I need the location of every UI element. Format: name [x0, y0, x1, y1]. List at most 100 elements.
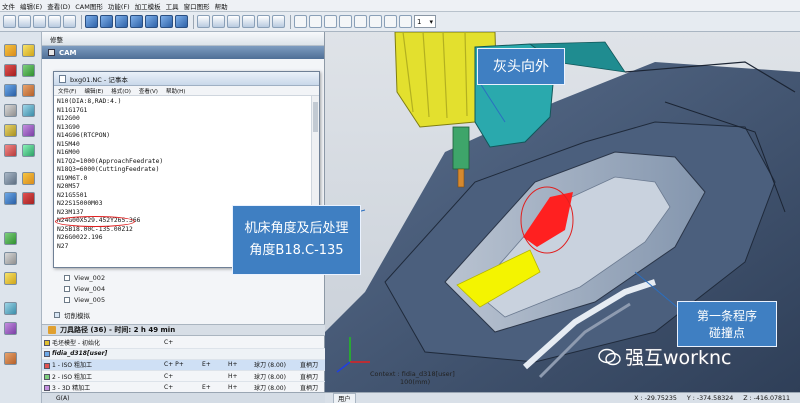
menu-file[interactable]: 文件: [2, 1, 15, 11]
zoom-in-icon[interactable]: [227, 15, 240, 28]
menu-edit[interactable]: 编辑(E): [20, 1, 42, 11]
coord-x: X : -29.75235: [634, 394, 677, 402]
export-icon[interactable]: [4, 302, 17, 315]
operation-flag-e: [200, 337, 226, 349]
visibility-checkbox[interactable]: [64, 286, 70, 292]
view-back-icon[interactable]: [100, 15, 113, 28]
shading-icon[interactable]: [294, 15, 307, 28]
macro-icon[interactable]: [22, 124, 35, 137]
menu-machining-template[interactable]: 加工模板: [135, 1, 161, 11]
notepad-menu-edit[interactable]: 编辑(E): [84, 87, 103, 95]
stock-icon[interactable]: [4, 64, 17, 77]
operation-status-icon[interactable]: [44, 350, 50, 357]
operation-status-icon[interactable]: [44, 362, 50, 369]
post-icon[interactable]: [4, 124, 17, 137]
layer-icon[interactable]: [354, 15, 367, 28]
panel-footer-tab[interactable]: G(A): [56, 395, 69, 402]
menu-view[interactable]: 查看(D): [47, 1, 70, 11]
notepad-menu-help[interactable]: 帮助(H): [166, 87, 185, 95]
print-icon[interactable]: [4, 352, 17, 365]
save-icon[interactable]: [33, 15, 46, 28]
undo-icon[interactable]: [48, 15, 61, 28]
tree-item-view-004[interactable]: View_004: [64, 285, 105, 293]
notepad-menu-file[interactable]: 文件(F): [58, 87, 76, 95]
grid-icon[interactable]: [324, 15, 337, 28]
open-file-icon[interactable]: [18, 15, 31, 28]
menu-help[interactable]: 帮助: [215, 1, 228, 11]
pan-icon[interactable]: [257, 15, 270, 28]
callout-text-line1: 第一条程序: [696, 309, 757, 323]
zoom-out-icon[interactable]: [242, 15, 255, 28]
operation-flag-c: C+: [162, 337, 200, 349]
layer-visibility-icon[interactable]: [4, 232, 17, 245]
notepad-titlebar[interactable]: bxg01.NC - 记事本: [54, 72, 319, 86]
zoom-window-icon[interactable]: [212, 15, 225, 28]
menu-function[interactable]: 功能(F): [108, 1, 130, 11]
scrollbar-thumb[interactable]: [313, 102, 318, 132]
operation-row[interactable]: 毛坯模型 - 初始化 C+: [42, 337, 325, 349]
solid-icon[interactable]: [4, 44, 17, 57]
operation-status-icon[interactable]: [44, 340, 50, 347]
tree-item-view-002[interactable]: View_002: [64, 274, 105, 282]
status-user-tab[interactable]: 用户: [333, 392, 356, 403]
panel-header-label: 修整: [50, 35, 63, 44]
toolpath-icon: [48, 326, 56, 334]
operation-row[interactable]: 1 - ISO 粗加工 C+ P+ E+ H+ 球刀 (8.00) 直柄刀: [42, 359, 325, 372]
tool-icon[interactable]: [4, 104, 17, 117]
collision-icon[interactable]: [22, 192, 35, 205]
operation-row[interactable]: 2 - ISO 粗加工 C+ H+ 球刀 (8.00) 直柄刀: [42, 370, 325, 383]
scale-line: 100(mm): [400, 378, 431, 386]
tree-item-cut-simulation[interactable]: 切削模拟: [54, 310, 90, 320]
menu-window-graphics[interactable]: 窗口图形: [184, 1, 210, 11]
tree-item-label: View_002: [74, 274, 106, 282]
machine-icon[interactable]: [4, 192, 17, 205]
view-front-icon[interactable]: [85, 15, 98, 28]
visibility-checkbox[interactable]: [64, 297, 70, 303]
view-bottom-icon[interactable]: [160, 15, 173, 28]
view-iso-icon[interactable]: [175, 15, 188, 28]
rotate-icon[interactable]: [272, 15, 285, 28]
zoom-level-select[interactable]: 1 ▾: [414, 15, 436, 28]
view-top-icon[interactable]: [145, 15, 158, 28]
report-icon[interactable]: [22, 172, 35, 185]
notepad-document-icon: [59, 74, 66, 83]
toolpath-icon[interactable]: [22, 84, 35, 97]
toolpath-summary-bar[interactable]: 刀具路径 (36) - 时间: 2 h 49 min: [42, 324, 325, 336]
hide-icon[interactable]: [4, 252, 17, 265]
operation-name: fidia_d318[user]: [52, 350, 108, 358]
highlight-icon[interactable]: [4, 272, 17, 285]
snap-icon[interactable]: [339, 15, 352, 28]
menu-cam-graphics[interactable]: CAM图形: [75, 1, 103, 11]
new-file-icon[interactable]: [3, 15, 16, 28]
wireframe-icon[interactable]: [309, 15, 322, 28]
tree-item-view-005[interactable]: View_005: [64, 296, 105, 304]
redo-icon[interactable]: [63, 15, 76, 28]
operation-tool-type: [298, 348, 325, 360]
holder-icon[interactable]: [22, 104, 35, 117]
visibility-checkbox[interactable]: [64, 275, 70, 281]
zoom-fit-icon[interactable]: [197, 15, 210, 28]
operation-name-cell: 毛坯模型 - 初始化: [42, 337, 162, 349]
menu-tools[interactable]: 工具: [166, 1, 179, 11]
view-left-icon[interactable]: [115, 15, 128, 28]
import-icon[interactable]: [4, 322, 17, 335]
display-icon[interactable]: [399, 15, 412, 28]
section-icon[interactable]: [384, 15, 397, 28]
operation-row[interactable]: fidia_d318[user]: [42, 348, 325, 360]
cam-section-bar[interactable]: CAM: [42, 46, 324, 59]
operation-status-icon[interactable]: [44, 385, 50, 392]
notepad-menu-view[interactable]: 查看(V): [139, 87, 158, 95]
check-icon[interactable]: [22, 144, 35, 157]
nc-code-line: N13G90: [57, 123, 80, 131]
tool-shank: [452, 126, 470, 170]
surface-icon[interactable]: [22, 44, 35, 57]
simulation-icon[interactable]: [4, 144, 17, 157]
view-right-icon[interactable]: [130, 15, 143, 28]
boundary-icon[interactable]: [22, 64, 35, 77]
operation-flag-h: H+: [226, 359, 252, 372]
settings-icon[interactable]: [4, 172, 17, 185]
measure-icon[interactable]: [369, 15, 382, 28]
notepad-menu-format[interactable]: 格式(O): [111, 87, 131, 95]
workzone-icon[interactable]: [4, 84, 17, 97]
operation-status-icon[interactable]: [44, 374, 50, 381]
